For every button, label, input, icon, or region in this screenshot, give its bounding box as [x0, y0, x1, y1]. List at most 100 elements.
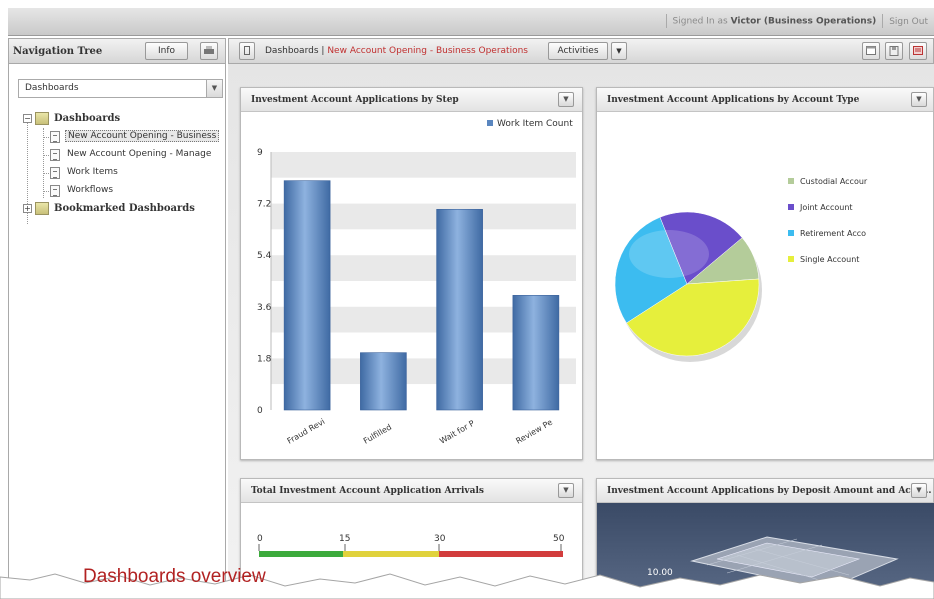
deposit-value-label: 10.00	[647, 568, 673, 578]
legend-swatch	[487, 120, 493, 126]
x-tick-label: Review Pe	[514, 418, 554, 446]
bar-chart: 9 7.2 5.4 3.6 1.8 0 Work Item Count Fraud Revi F…	[257, 119, 576, 446]
breadcrumb: Dashboards | New Account Opening - Busin…	[265, 46, 528, 56]
legend-swatch	[788, 230, 794, 236]
gauge-label-50: 50	[553, 534, 565, 544]
legend-swatch	[788, 256, 794, 262]
dashboard-select[interactable]: Dashboards ▼	[18, 79, 223, 98]
signed-in-user: Victor (Business Operations)	[730, 16, 877, 27]
close-dashboard-button[interactable]	[909, 42, 927, 60]
gauge-label-15: 15	[339, 534, 350, 544]
dashboard-icon	[50, 149, 60, 161]
dashboard-icon	[50, 185, 60, 197]
legend-swatch	[788, 204, 794, 210]
legend-label: Custodial Accour	[800, 177, 868, 186]
panel-header: Total Investment Account Application Arr…	[241, 479, 582, 503]
print-button[interactable]	[200, 42, 218, 60]
close-icon	[913, 46, 923, 55]
x-tick-label: Fraud Revi	[286, 417, 327, 446]
save-icon	[889, 46, 899, 56]
y-tick-label: 1.8	[257, 354, 272, 364]
collapse-nav-button[interactable]	[239, 42, 255, 60]
x-tick-label: Wait for P	[438, 419, 476, 446]
bar	[360, 352, 407, 411]
panel-header: Investment Account Applications by Step …	[241, 88, 582, 112]
pie-highlight	[629, 230, 709, 278]
y-tick-label: 3.6	[257, 303, 272, 313]
signed-in-info: Signed In as Victor (Business Operations…	[660, 14, 934, 28]
legend-label: Work Item Count	[497, 119, 573, 129]
y-tick-label: 5.4	[257, 251, 272, 261]
grid-band	[271, 152, 576, 178]
panel-applications-by-type: Investment Account Applications by Accou…	[596, 87, 934, 460]
dashboard-select-value: Dashboards	[25, 83, 79, 93]
dashboard-icon	[50, 167, 60, 179]
tree-item-workflows[interactable]: Workflows	[23, 182, 228, 200]
tree-node-dashboards[interactable]: − Dashboards	[23, 110, 228, 128]
chevron-down-icon: ▼	[616, 47, 622, 55]
tree-item-label: New Account Opening - Business	[65, 130, 220, 142]
tree-node-bookmarked[interactable]: + Bookmarked Dashboards	[23, 200, 228, 218]
dashboard-icon	[50, 131, 60, 143]
expand-icon[interactable]: +	[23, 204, 32, 213]
collapse-icon[interactable]: −	[23, 114, 32, 123]
panel-menu-button[interactable]: ▼	[558, 92, 574, 107]
panel-menu-button[interactable]: ▼	[911, 92, 927, 107]
app-window: Signed In as Victor (Business Operations…	[0, 0, 934, 599]
y-tick-label: 9	[257, 148, 263, 158]
panel-applications-by-step: Investment Account Applications by Step …	[240, 87, 583, 460]
panel-menu-button[interactable]: ▼	[558, 483, 574, 498]
legend-label: Retirement Acco	[800, 229, 866, 238]
linear-gauge: 0 15 30 50	[257, 534, 565, 557]
panel-title: Investment Account Applications by Step	[251, 95, 459, 105]
deposit-3d-chart: 10.00	[597, 503, 934, 599]
bar	[436, 209, 483, 411]
chevron-down-icon: ▼	[206, 80, 222, 97]
panel-toggle-icon	[244, 46, 250, 55]
tree-item-label: Workflows	[67, 185, 114, 195]
gauge-range-mid	[343, 551, 439, 557]
tree-item-work-items[interactable]: Work Items	[23, 164, 228, 182]
gauge-label-0: 0	[257, 534, 263, 544]
tree-label-bookmarked: Bookmarked Dashboards	[54, 203, 195, 214]
bar	[512, 295, 560, 411]
panel-applications-by-deposit: Investment Account Applications by Depos…	[596, 478, 934, 599]
tree-item-new-account-business[interactable]: New Account Opening - Business	[23, 128, 228, 146]
dashboard-toolbar: Dashboards | New Account Opening - Busin…	[228, 38, 934, 64]
legend-label: Single Account	[800, 255, 859, 264]
navigation-tree: − Dashboards New Account Opening - Busin…	[23, 110, 228, 224]
chevron-down-icon: ▼	[563, 95, 569, 103]
folder-icon	[35, 202, 49, 215]
window-button[interactable]	[862, 42, 880, 60]
pie-chart: Custodial Accour Joint Account Retirement …	[614, 177, 868, 362]
legend-swatch	[788, 178, 794, 184]
navigation-panel: Navigation Tree Info Dashboards ▼ − Dash…	[8, 38, 226, 599]
x-tick-label: Fulfilled	[362, 422, 393, 445]
panel-header: Investment Account Applications by Depos…	[597, 479, 933, 503]
tree-item-new-account-manage[interactable]: New Account Opening - Manage	[23, 146, 228, 164]
chevron-down-icon: ▼	[916, 486, 922, 494]
navigation-header: Navigation Tree Info	[9, 38, 225, 64]
panel-header: Investment Account Applications by Accou…	[597, 88, 933, 112]
breadcrumb-current: New Account Opening - Business Operation…	[327, 46, 528, 56]
panel-menu-button[interactable]: ▼	[911, 483, 927, 498]
gauge-range-low	[259, 551, 343, 557]
gauge-range-high	[439, 551, 563, 557]
y-tick-label: 7.2	[257, 200, 271, 210]
info-button[interactable]: Info	[145, 42, 188, 60]
breadcrumb-root[interactable]: Dashboards	[265, 46, 319, 56]
bar	[283, 180, 331, 411]
save-button[interactable]	[885, 42, 903, 60]
navigation-title: Navigation Tree	[13, 46, 103, 57]
signed-in-label: Signed In as	[672, 16, 728, 27]
tree-label-dashboards: Dashboards	[54, 113, 121, 124]
activities-button[interactable]: Activities	[548, 42, 608, 60]
folder-icon	[35, 112, 49, 125]
chevron-down-icon: ▼	[916, 95, 922, 103]
y-tick-label: 0	[257, 406, 263, 416]
activities-dropdown-button[interactable]: ▼	[611, 42, 627, 60]
sign-out-link[interactable]: Sign Out	[889, 17, 928, 27]
window-icon	[866, 46, 876, 55]
chevron-down-icon: ▼	[563, 486, 569, 494]
panel-title: Investment Account Applications by Accou…	[607, 95, 860, 105]
